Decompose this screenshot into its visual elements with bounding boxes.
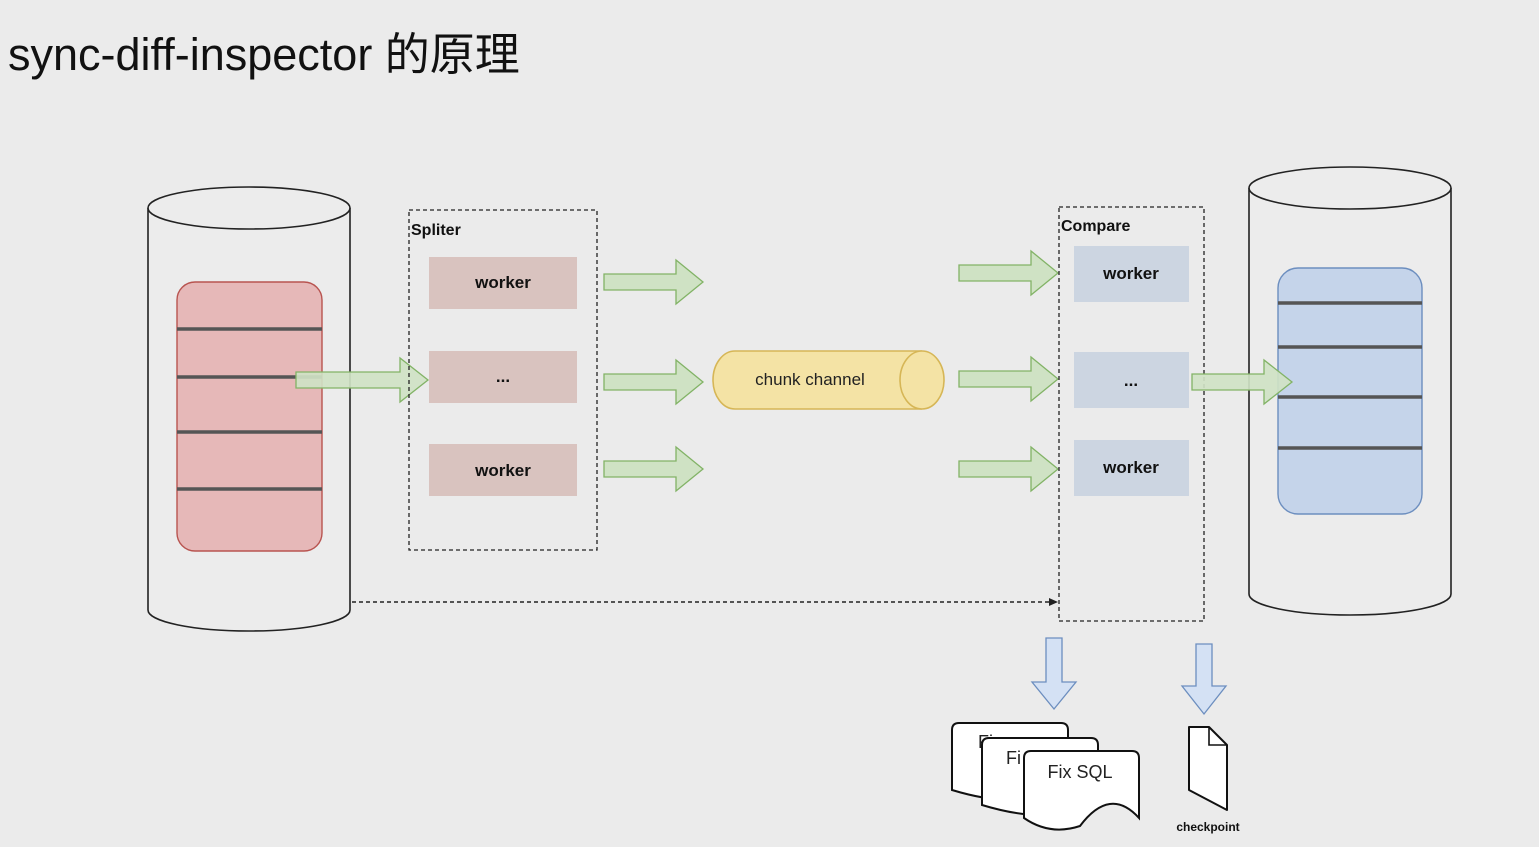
compare-worker-label: worker bbox=[1102, 458, 1159, 477]
compare-worker-label: worker bbox=[1102, 264, 1159, 283]
architecture-diagram: Spliter worker ... worker chunk channel … bbox=[147, 166, 1452, 834]
compare-group: Compare worker ... worker bbox=[1058, 206, 1205, 622]
target-table bbox=[1277, 267, 1423, 515]
fix-sql-partial-label: Fi bbox=[1006, 748, 1021, 768]
output-arrow-to-checkpoint bbox=[1180, 643, 1228, 716]
compare-label: Compare bbox=[1061, 218, 1130, 235]
splitter-worker-label: worker bbox=[474, 461, 531, 480]
file-icon bbox=[1188, 726, 1228, 811]
checkpoint-label: checkpoint bbox=[1176, 820, 1239, 834]
chunk-channel: chunk channel bbox=[712, 350, 945, 410]
flow-arrow-channel-to-compare bbox=[958, 445, 1060, 493]
output-arrow-to-fix-sql bbox=[1030, 637, 1078, 711]
checkpoint-file: checkpoint bbox=[1176, 726, 1240, 834]
source-table bbox=[176, 281, 323, 552]
compare-worker-label: ... bbox=[1124, 371, 1138, 390]
chunk-channel-label: chunk channel bbox=[755, 370, 865, 389]
splitter-label: Spliter bbox=[411, 222, 461, 239]
fix-sql-label: Fix SQL bbox=[1047, 762, 1112, 782]
flow-arrow-channel-to-compare bbox=[958, 249, 1060, 297]
flow-arrow-channel-to-compare bbox=[958, 355, 1060, 403]
splitter-worker-label: worker bbox=[474, 273, 531, 292]
flow-arrow-splitter-to-channel bbox=[603, 358, 705, 406]
flow-arrow-splitter-to-channel bbox=[603, 258, 705, 306]
flow-arrow-splitter-to-channel bbox=[603, 445, 705, 493]
fix-sql-documents: Fi Fi Fix SQL bbox=[951, 722, 1140, 831]
splitter-worker-label: ... bbox=[496, 367, 510, 386]
document-icon: Fix SQL bbox=[1023, 750, 1140, 831]
splitter-group: Spliter worker ... worker bbox=[408, 209, 598, 551]
